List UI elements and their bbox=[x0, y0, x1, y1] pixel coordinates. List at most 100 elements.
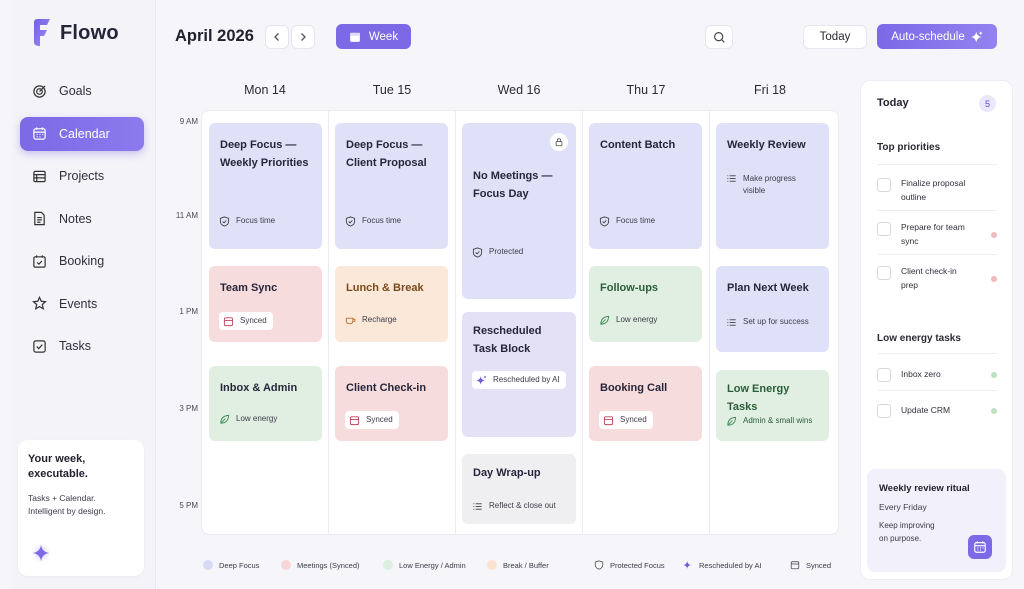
event-title: Client Check-in bbox=[346, 382, 427, 394]
event-title: Weekly Review bbox=[727, 139, 806, 151]
event-tag: Low energy bbox=[219, 413, 277, 425]
task-checkbox[interactable] bbox=[877, 368, 891, 382]
priority-task[interactable]: Prepare for team sync bbox=[877, 221, 997, 248]
search-button[interactable] bbox=[705, 25, 733, 49]
sidebar-item-goals[interactable]: Goals bbox=[20, 74, 144, 108]
event-tag: Recharge bbox=[345, 314, 397, 326]
sidebar-item-label: Events bbox=[59, 296, 98, 311]
task-label: Inbox zero bbox=[901, 369, 941, 379]
shield-icon bbox=[472, 246, 483, 258]
chevron-left-icon bbox=[274, 33, 279, 41]
divider bbox=[877, 254, 997, 255]
sidebar-item-label: Tasks bbox=[59, 339, 91, 353]
booking-icon bbox=[32, 254, 47, 269]
divider bbox=[877, 210, 997, 211]
day-header-fri[interactable]: Fri 18 bbox=[707, 83, 833, 97]
calendar-icon bbox=[223, 316, 234, 326]
legend-item-synced: Synced bbox=[790, 560, 831, 570]
next-week-button[interactable] bbox=[291, 25, 315, 49]
sidebar-item-label: Calendar bbox=[59, 126, 110, 141]
leaf-icon bbox=[600, 315, 610, 325]
event-tag: Admin & small wins bbox=[726, 415, 812, 427]
event-plan-next-week[interactable]: Plan Next Week Set up for success bbox=[716, 266, 829, 352]
sidebar-item-label: Projects bbox=[59, 169, 105, 183]
event-tag: Set up for success bbox=[726, 316, 809, 328]
column-divider bbox=[582, 111, 583, 534]
sidebar-item-calendar[interactable]: Calendar bbox=[20, 116, 144, 151]
task-checkbox[interactable] bbox=[877, 178, 891, 192]
auto-schedule-button[interactable]: Auto-schedule bbox=[877, 24, 997, 49]
app-name: Flowo bbox=[60, 21, 119, 44]
sparkle-icon bbox=[30, 542, 52, 564]
sidebar-item-events[interactable]: Events bbox=[20, 287, 144, 321]
event-tag: Synced bbox=[219, 312, 273, 330]
column-divider bbox=[328, 111, 329, 534]
sparkle-icon bbox=[970, 30, 983, 42]
list-icon bbox=[727, 175, 736, 182]
time-label: 11 AM bbox=[175, 211, 198, 220]
event-rescheduled-task-block[interactable]: Rescheduled Task Block Rescheduled by AI bbox=[462, 312, 576, 437]
event-deep-focus-weekly-priorities[interactable]: Deep Focus — Weekly Priorities Focus time bbox=[209, 123, 322, 249]
sidebar: Flowo Goals Calendar Projects Notes Book… bbox=[12, 0, 156, 589]
event-booking-call[interactable]: Booking Call Synced bbox=[589, 366, 702, 441]
folder-icon bbox=[32, 169, 47, 184]
event-lunch-break[interactable]: Lunch & Break Recharge bbox=[335, 266, 448, 342]
month-title: April 2026 bbox=[175, 27, 254, 45]
legend-item-deep-focus: Deep Focus bbox=[203, 560, 259, 570]
event-title: Content Batch bbox=[600, 139, 676, 151]
logo[interactable]: Flowo bbox=[30, 18, 119, 48]
priority-task[interactable]: Client check-in prep bbox=[877, 265, 997, 292]
day-header-wed[interactable]: Wed 16 bbox=[456, 83, 582, 97]
sidebar-item-booking[interactable]: Booking bbox=[20, 244, 144, 278]
event-day-wrap-up[interactable]: Day Wrap-up Reflect & close out bbox=[462, 454, 576, 524]
sidebar-item-tasks[interactable]: Tasks bbox=[20, 329, 144, 363]
event-tag: Low energy bbox=[599, 314, 657, 326]
today-panel: Today 5 Top priorities Finalize proposal… bbox=[860, 80, 1013, 580]
sidebar-item-projects[interactable]: Projects bbox=[20, 159, 144, 193]
day-header-mon[interactable]: Mon 14 bbox=[202, 83, 328, 97]
legend-item-break: Break / Buffer bbox=[487, 560, 549, 570]
calendar-icon[interactable] bbox=[968, 535, 992, 559]
legend-item-low-energy: Low Energy / Admin bbox=[383, 560, 466, 570]
low-energy-task[interactable]: Update CRM bbox=[877, 403, 997, 418]
top-priorities-heading: Top priorities bbox=[877, 142, 941, 153]
low-energy-heading: Low energy tasks bbox=[877, 333, 961, 344]
task-checkbox[interactable] bbox=[877, 404, 891, 418]
today-button[interactable]: Today bbox=[803, 25, 867, 49]
event-weekly-review[interactable]: Weekly Review Make progress visible bbox=[716, 123, 829, 249]
event-low-energy-tasks[interactable]: Low Energy Tasks Admin & small wins bbox=[716, 370, 829, 441]
today-panel-title: Today bbox=[877, 97, 909, 109]
event-title: Rescheduled Task Block bbox=[473, 325, 542, 355]
sidebar-item-notes[interactable]: Notes bbox=[20, 202, 144, 236]
event-deep-focus-client-proposal[interactable]: Deep Focus — Client Proposal Focus time bbox=[335, 123, 448, 249]
task-checkbox[interactable] bbox=[877, 266, 891, 280]
event-inbox-admin[interactable]: Inbox & Admin Low energy bbox=[209, 366, 322, 441]
day-header-thu[interactable]: Thu 17 bbox=[583, 83, 709, 97]
event-title: Booking Call bbox=[600, 382, 668, 394]
list-icon bbox=[473, 502, 482, 510]
task-checkbox[interactable] bbox=[877, 222, 891, 236]
legend-swatch bbox=[383, 560, 393, 570]
low-energy-task[interactable]: Inbox zero bbox=[877, 367, 997, 382]
legend-swatch bbox=[281, 560, 291, 570]
sparkle-icon bbox=[476, 374, 487, 385]
star-icon bbox=[32, 296, 47, 311]
event-team-sync[interactable]: Team Sync Synced bbox=[209, 266, 322, 342]
event-title: Deep Focus — Client Proposal bbox=[346, 139, 427, 169]
time-label: 9 AM bbox=[179, 117, 198, 126]
day-header-tue[interactable]: Tue 15 bbox=[329, 83, 455, 97]
leaf-icon bbox=[220, 414, 230, 424]
week-view-button[interactable]: Week bbox=[336, 24, 411, 49]
event-no-meetings-focus-day[interactable]: No Meetings — Focus Day Protected bbox=[462, 123, 576, 299]
prev-week-button[interactable] bbox=[265, 25, 289, 49]
status-dot bbox=[991, 276, 997, 282]
task-label: Update CRM bbox=[901, 405, 951, 415]
event-client-check-in[interactable]: Client Check-in Synced bbox=[335, 366, 448, 441]
chevron-right-icon bbox=[301, 33, 306, 41]
legend-item-rescheduled: Rescheduled by AI bbox=[683, 560, 762, 570]
weekly-review-ritual-card[interactable]: Weekly review ritual Every Friday Keep i… bbox=[867, 469, 1006, 572]
event-follow-ups[interactable]: Follow-ups Low energy bbox=[589, 266, 702, 342]
event-tag: Synced bbox=[599, 411, 653, 429]
event-content-batch[interactable]: Content Batch Focus time bbox=[589, 123, 702, 249]
priority-task[interactable]: Finalize proposal outline bbox=[877, 177, 997, 204]
